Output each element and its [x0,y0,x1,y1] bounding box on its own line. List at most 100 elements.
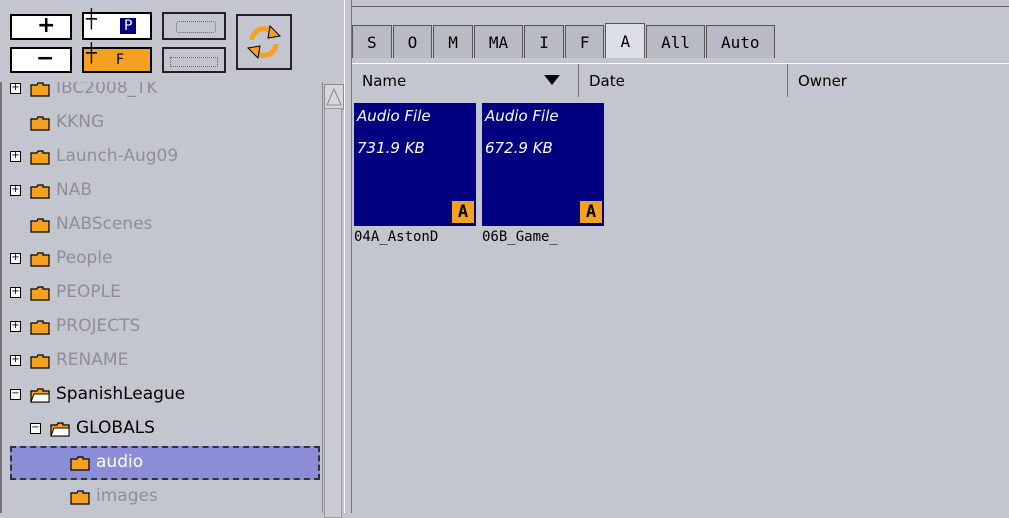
name-column-label: Name [362,72,407,90]
tree-item[interactable]: images [2,480,322,513]
tree-item-label: RENAME [56,350,129,370]
tree-item[interactable]: audio [10,446,320,480]
project-label: P [120,18,137,34]
tree-item-label: SpanishLeague [56,384,186,404]
tree-item[interactable]: + NAB [2,174,322,208]
refresh-button[interactable] [236,14,292,70]
tree-item[interactable]: + PEOPLE [2,276,322,310]
up-arrow-icon [326,87,342,106]
tree-item-label: IBC2008_TK [56,82,158,98]
folder-icon [70,490,90,505]
audio-badge-icon: A [452,201,474,223]
minus-icon: − [36,46,55,71]
folder-icon [30,388,50,403]
expand-icon[interactable]: + [10,83,21,94]
tree-item-label: NABScenes [56,214,153,234]
tree-item-label: People [56,248,113,268]
sort-desc-icon [544,75,560,85]
folder-icon [30,82,50,97]
tree-item-label: KKNG [56,112,105,132]
file-tile[interactable]: Audio File 731.9 KB A [354,103,476,226]
folder-icon [30,218,50,233]
tab-s[interactable]: S [352,25,392,58]
tab-all[interactable]: All [646,25,706,58]
folder-icon [70,456,90,471]
tree-item[interactable]: − GLOBALS [2,412,322,446]
tab-f[interactable]: F [564,25,605,58]
file-name[interactable]: 04A_AstonD [354,229,476,245]
name-column-header[interactable]: Name [352,64,579,98]
scroll-up-button[interactable] [324,84,344,110]
remove-button[interactable]: − [10,46,72,73]
toolbar: + − ┼ P ┼ F [0,0,338,82]
tree-item-label: PEOPLE [56,282,121,302]
expand-icon[interactable]: + [10,321,21,332]
folder-tree: + IBC2008_TK KKNG + Launch-Aug09 + NAB NABScene… [0,82,324,513]
tab-m[interactable]: M [433,25,473,58]
tree-scrollbar[interactable] [322,82,345,518]
new-folder-icon: ┼ [86,43,97,64]
date-column-header[interactable]: Date [579,64,788,98]
folder-icon [50,422,70,437]
tab-auto[interactable]: Auto [706,25,775,58]
tab-o[interactable]: O [392,25,433,58]
expand-icon[interactable]: + [10,151,21,162]
folder-icon [30,252,50,267]
folder-icon [30,150,50,165]
expand-icon[interactable]: + [10,253,21,264]
collapse-icon[interactable]: − [10,389,21,400]
tree-item[interactable]: NABScenes [2,208,322,242]
tree-item-label: PROJECTS [56,316,141,336]
folder-label: F [116,52,125,68]
owner-column-label: Owner [798,72,847,90]
new-project-button[interactable]: ┼ P [82,9,152,40]
tree-item[interactable]: + RENAME [2,344,322,378]
tree-item-label: NAB [56,180,93,200]
tree-item[interactable]: KKNG [2,106,322,140]
unlink-button[interactable] [162,47,226,73]
tree-item-label: images [96,486,158,506]
refresh-icon [246,24,282,60]
date-column-label: Date [589,72,625,90]
scroll-thumb[interactable] [324,108,342,518]
folder-icon [30,184,50,199]
new-project-icon: ┼ [86,9,97,30]
audio-badge-icon: A [580,201,602,223]
folder-icon [30,354,50,369]
file-name[interactable]: 06B_Game_ [482,229,604,245]
link-icon [176,21,216,33]
panel-divider[interactable] [344,0,352,513]
filter-tabs: S O M MA I F A All Auto [352,18,776,58]
file-size: 731.9 KB [357,139,425,157]
tree-item[interactable]: + People [2,242,322,276]
folder-icon [30,286,50,301]
expand-icon[interactable]: + [10,355,21,366]
owner-column-header[interactable]: Owner [788,64,1009,98]
plus-icon: + [37,13,56,38]
tree-item-label: Launch-Aug09 [56,146,179,166]
tree-item[interactable]: + Launch-Aug09 [2,140,322,174]
file-size: 672.9 KB [485,139,553,157]
tab-ma[interactable]: MA [473,25,524,58]
unlink-icon [170,57,218,67]
link-button[interactable] [162,12,226,40]
new-folder-button[interactable]: ┼ F [82,43,152,73]
tree-item[interactable]: − SpanishLeague [2,378,322,412]
column-header: Name Date Owner [352,63,1009,99]
collapse-icon[interactable]: − [30,423,41,434]
file-grid: Audio File 731.9 KB A 04A_AstonD Audio File 6… [352,97,1009,513]
file-type: Audio File [357,107,431,125]
add-button[interactable]: + [10,13,72,40]
tree-item[interactable]: + PROJECTS [2,310,322,344]
folder-icon [30,320,50,335]
file-tile[interactable]: Audio File 672.9 KB A [482,103,604,226]
tree-item-label: GLOBALS [76,418,155,438]
tab-a[interactable]: A [605,23,646,58]
expand-icon[interactable]: + [10,287,21,298]
folder-icon [30,116,50,131]
tab-i[interactable]: I [524,25,564,58]
expand-icon[interactable]: + [10,185,21,196]
tree-item-label: audio [96,452,144,472]
tree-item[interactable]: + IBC2008_TK [2,82,322,106]
file-type: Audio File [485,107,559,125]
